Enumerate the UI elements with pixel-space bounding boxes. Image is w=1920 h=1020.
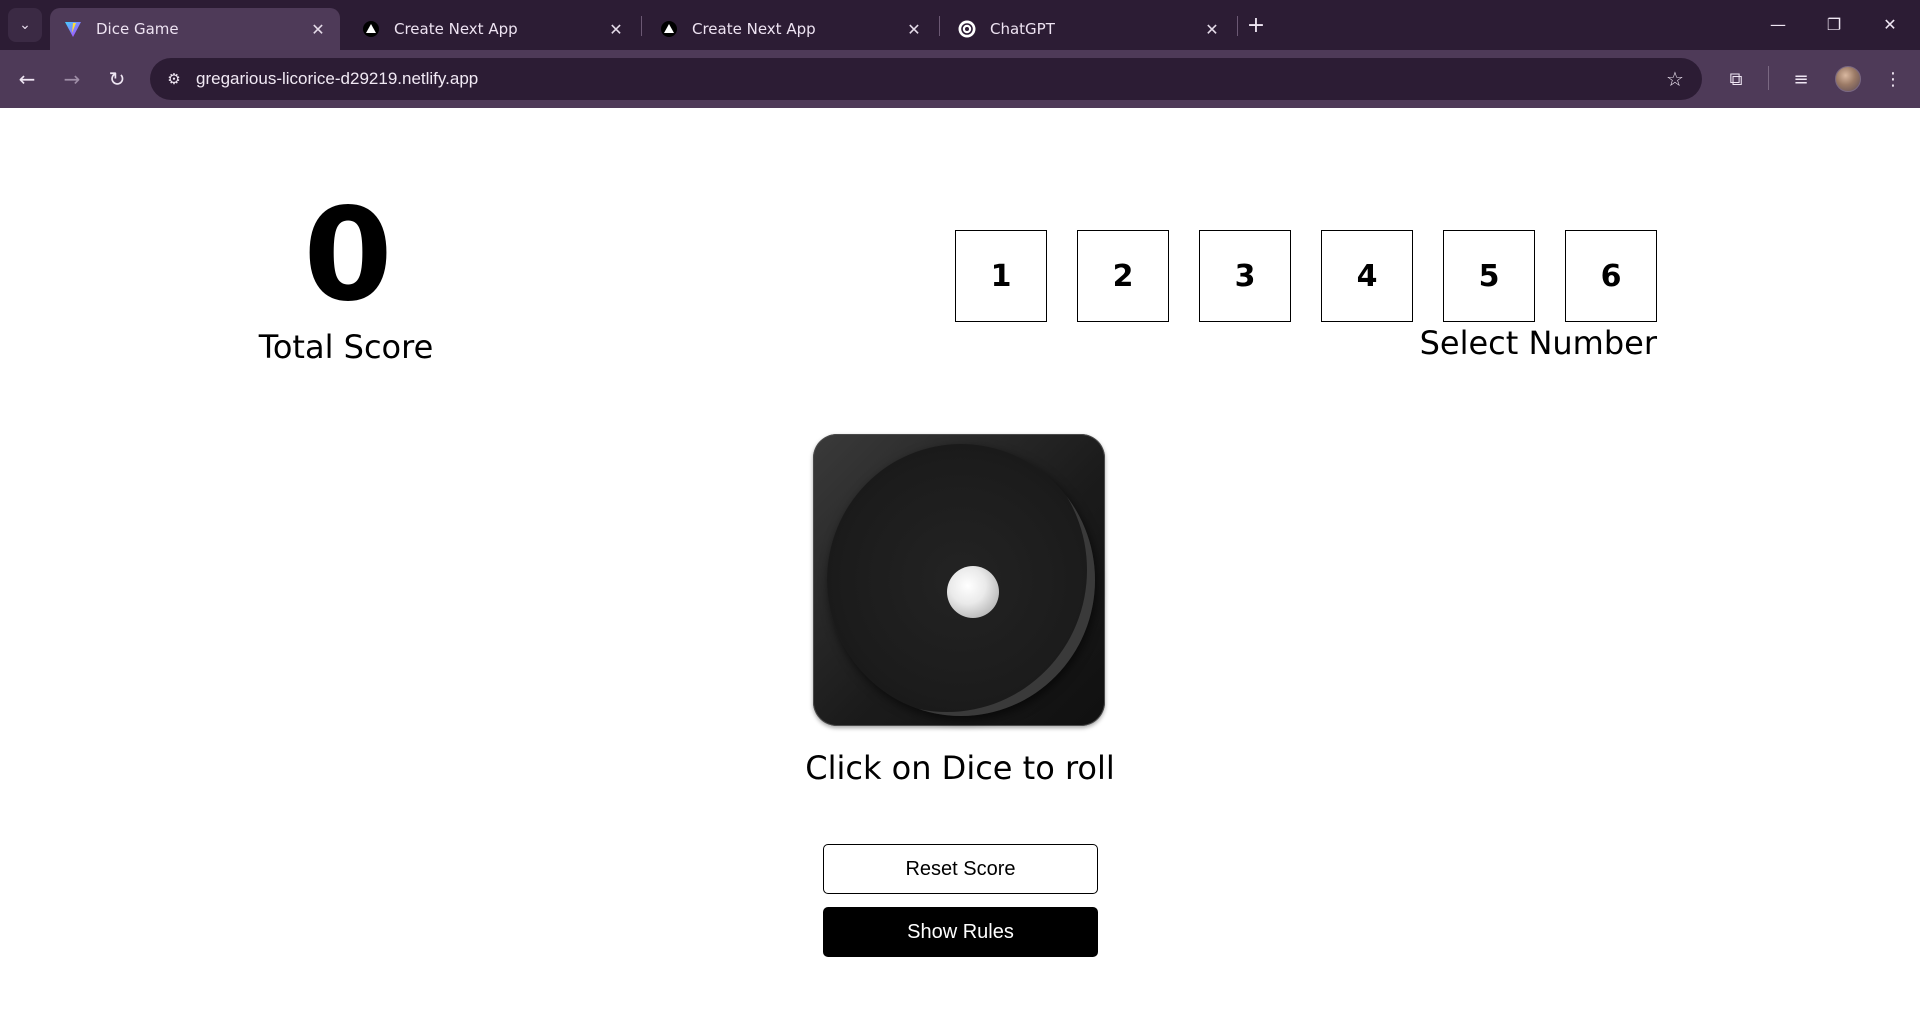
address-bar[interactable]: ⚙ gregarious-licorice-d29219.netlify.app… (150, 58, 1702, 100)
close-icon[interactable]: ✕ (1200, 17, 1224, 41)
tab-title: Create Next App (692, 20, 816, 38)
tab-separator (1237, 16, 1238, 36)
number-box-1[interactable]: 1 (955, 230, 1047, 322)
profile-avatar[interactable] (1835, 66, 1861, 92)
new-tab-button[interactable]: + (1242, 11, 1270, 39)
dice-button[interactable] (813, 434, 1105, 726)
restore-button[interactable]: ❐ (1806, 0, 1862, 48)
select-number-label: Select Number (1419, 324, 1657, 362)
tab-chatgpt[interactable]: ChatGPT ✕ (944, 8, 1234, 50)
chevron-down-icon: ⌄ (19, 17, 31, 33)
minimize-button[interactable]: — (1750, 0, 1806, 48)
number-box-2[interactable]: 2 (1077, 230, 1169, 322)
bookmark-star-icon[interactable]: ☆ (1662, 66, 1688, 92)
openai-icon (958, 20, 976, 38)
media-control-icon[interactable]: ≡ (1784, 62, 1818, 96)
show-rules-button[interactable]: Show Rules (823, 907, 1098, 957)
tab-create-next-app-1[interactable]: Create Next App ✕ (348, 8, 638, 50)
restore-icon: ❐ (1826, 14, 1842, 34)
number-box-4[interactable]: 4 (1321, 230, 1413, 322)
tab-separator (939, 16, 940, 36)
close-window-button[interactable]: ✕ (1862, 0, 1918, 48)
close-icon[interactable]: ✕ (604, 17, 628, 41)
number-box-5[interactable]: 5 (1443, 230, 1535, 322)
tab-title: Dice Game (96, 20, 179, 38)
more-menu-icon[interactable]: ⋮ (1876, 62, 1910, 96)
plus-icon: + (1246, 12, 1266, 38)
close-icon[interactable]: ✕ (902, 17, 926, 41)
site-info-icon[interactable]: ⚙ (158, 63, 190, 95)
dice-face (827, 444, 1095, 716)
vercel-triangle-icon (362, 20, 380, 38)
tab-title: ChatGPT (990, 20, 1055, 38)
browser-toolbar: ← → ↻ ⚙ gregarious-licorice-d29219.netli… (0, 50, 1920, 108)
close-icon: ✕ (1883, 14, 1897, 34)
total-score-block: 0 Total Score (246, 181, 446, 367)
arrow-right-icon: → (63, 67, 81, 91)
vercel-triangle-icon (660, 20, 678, 38)
number-selector: 1 2 3 4 5 6 (955, 230, 1657, 322)
tab-dice-game[interactable]: Dice Game ✕ (50, 8, 340, 50)
dice-pip (947, 566, 999, 618)
number-box-6[interactable]: 6 (1565, 230, 1657, 322)
tab-create-next-app-2[interactable]: Create Next App ✕ (646, 8, 936, 50)
back-button[interactable]: ← (10, 62, 44, 96)
tab-strip: ⌄ Dice Game ✕ Create Next App ✕ Create N… (0, 0, 1920, 50)
url-text[interactable]: gregarious-licorice-d29219.netlify.app (196, 69, 478, 89)
page-content: 0 Total Score 1 2 3 4 5 6 Select Number … (0, 108, 1920, 1020)
reload-button[interactable]: ↻ (100, 62, 134, 96)
roll-hint-text: Click on Dice to roll (805, 749, 1115, 787)
total-score-label: Total Score (258, 328, 434, 366)
arrow-left-icon: ← (18, 67, 36, 91)
reset-score-button[interactable]: Reset Score (823, 844, 1098, 894)
tab-separator (641, 16, 642, 36)
minimize-icon: — (1770, 14, 1786, 34)
close-icon[interactable]: ✕ (306, 17, 330, 41)
reload-icon: ↻ (108, 67, 126, 91)
number-box-3[interactable]: 3 (1199, 230, 1291, 322)
tab-search-button[interactable]: ⌄ (8, 8, 42, 42)
total-score-value: 0 (303, 181, 392, 330)
vite-icon (64, 20, 82, 38)
extensions-icon[interactable]: ⧉ (1719, 62, 1753, 96)
toolbar-divider (1768, 66, 1769, 90)
tab-title: Create Next App (394, 20, 518, 38)
forward-button[interactable]: → (55, 62, 89, 96)
